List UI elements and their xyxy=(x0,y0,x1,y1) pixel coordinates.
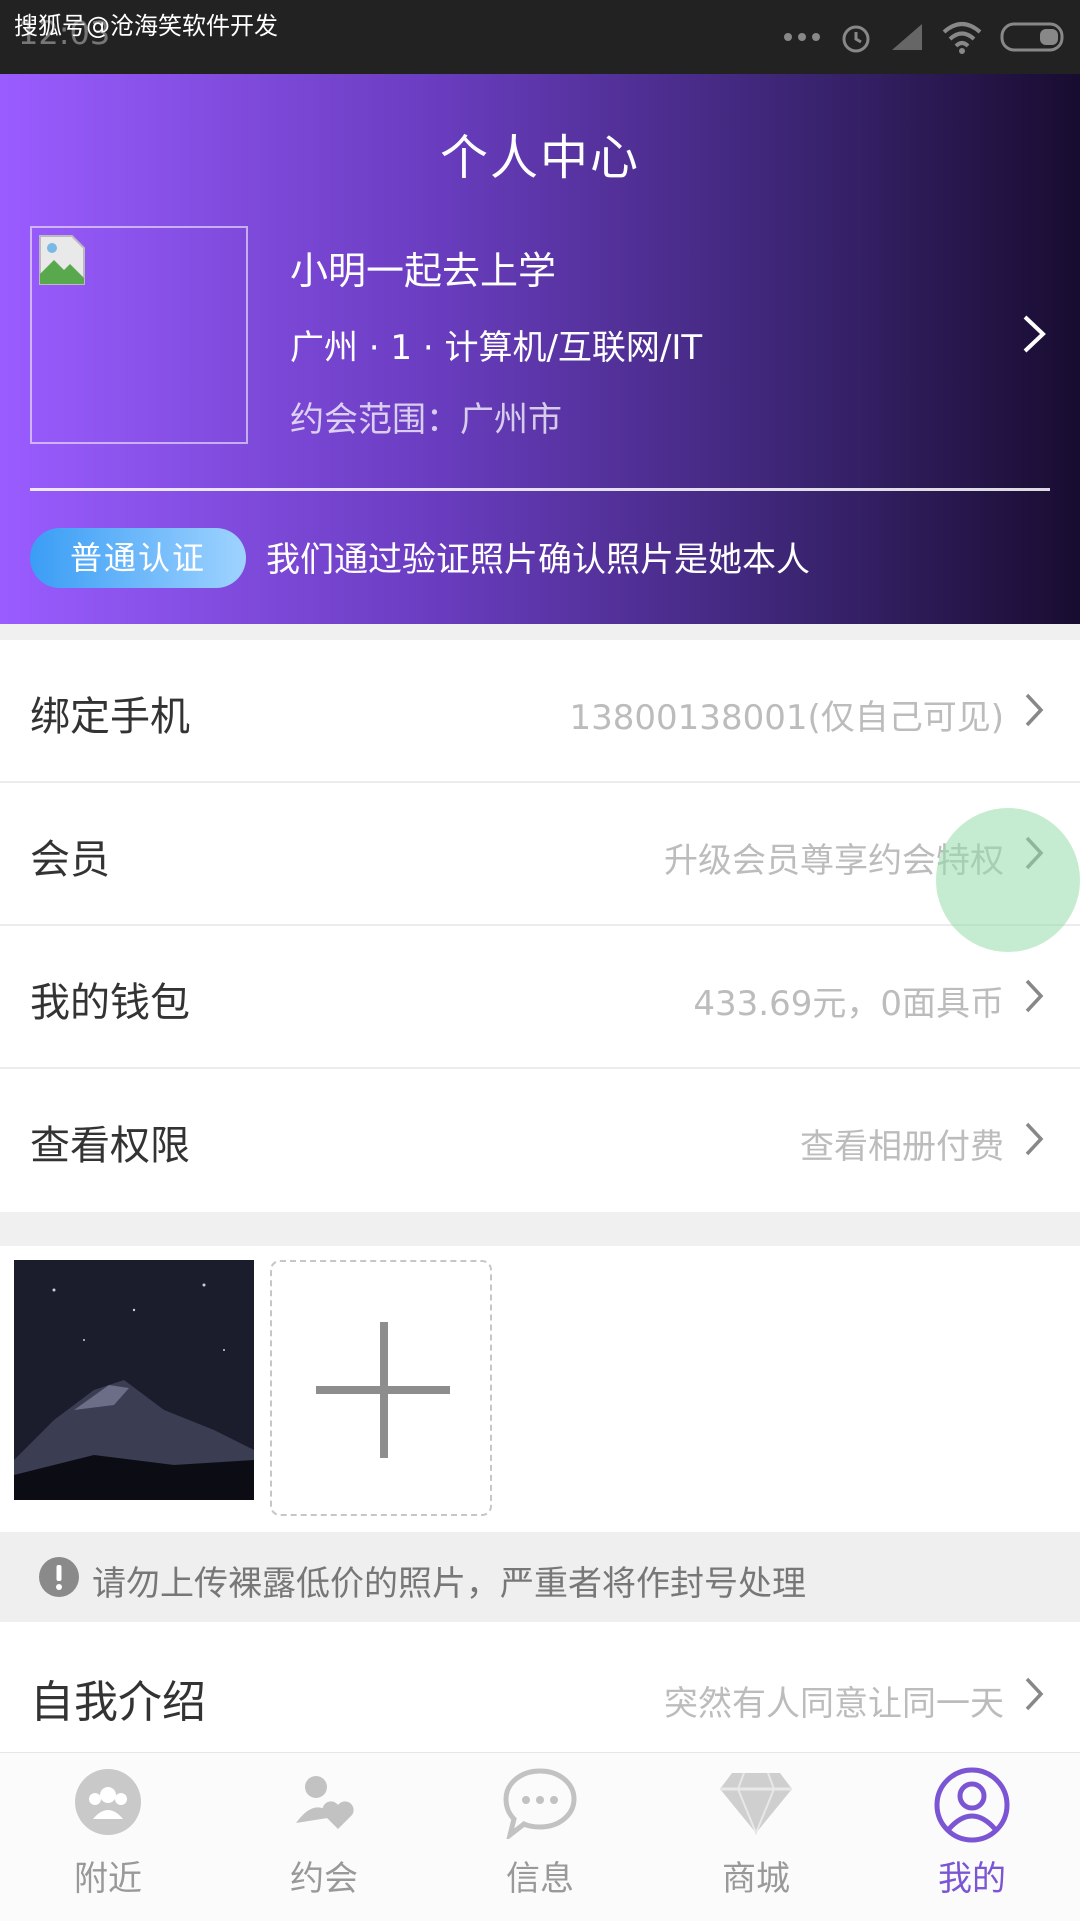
tab-nearby[interactable]: 附近 xyxy=(0,1753,216,1921)
message-bubble-icon xyxy=(503,1768,577,1839)
photo-album xyxy=(0,1246,1080,1532)
profile-info: 广州 · 1 · 计算机/互联网/IT xyxy=(290,328,703,368)
settings-row-wallet[interactable]: 我的钱包 433.69元，0面具币 xyxy=(0,926,1080,1069)
diamond-shop-icon xyxy=(720,1772,792,1836)
tab-label: 商城 xyxy=(722,1859,790,1899)
bottom-tab-bar: 附近 约会 信息 商城 我的 xyxy=(0,1752,1080,1921)
avatar[interactable] xyxy=(30,226,248,444)
mountain-night-image xyxy=(14,1260,254,1500)
signal-icon xyxy=(892,24,922,50)
row-label: 自我介绍 xyxy=(30,1677,206,1728)
tab-messages[interactable]: 信息 xyxy=(432,1753,648,1921)
tab-label: 信息 xyxy=(506,1859,574,1899)
row-value: 433.69元，0面具币 xyxy=(693,984,1004,1024)
wifi-icon xyxy=(942,22,982,54)
touch-indicator xyxy=(936,808,1080,952)
certification-text: 我们通过验证照片确认照片是她本人 xyxy=(266,540,810,580)
settings-row-membership[interactable]: 会员 升级会员尊享约会特权 xyxy=(0,783,1080,926)
row-value: 13800138001(仅自己可见) xyxy=(569,698,1004,738)
row-value: 突然有人同意让同一天 xyxy=(664,1684,1004,1724)
broken-image-icon xyxy=(39,235,85,285)
tab-label: 约会 xyxy=(290,1859,358,1899)
tab-label: 附近 xyxy=(74,1859,142,1899)
upload-notice: 请勿上传裸露低价的照片，严重者将作封号处理 xyxy=(0,1532,1080,1622)
settings-row-permissions[interactable]: 查看权限 查看相册付费 xyxy=(0,1069,1080,1212)
profile-user-icon xyxy=(934,1767,1010,1843)
tab-label: 我的 xyxy=(938,1859,1006,1899)
chevron-right-icon xyxy=(1025,1677,1044,1711)
dating-range: 约会范围：广州市 xyxy=(290,400,562,440)
tab-shop[interactable]: 商城 xyxy=(648,1753,864,1921)
more-dots-icon xyxy=(784,33,820,41)
header-divider xyxy=(30,488,1050,491)
tab-dating[interactable]: 约会 xyxy=(216,1753,432,1921)
dating-hearts-icon xyxy=(296,1776,354,1829)
notice-text: 请勿上传裸露低价的照片，严重者将作封号处理 xyxy=(92,1564,806,1604)
album-photo[interactable] xyxy=(14,1260,254,1500)
profile-name: 小明一起去上学 xyxy=(290,249,557,293)
settings-row-phone[interactable]: 绑定手机 13800138001(仅自己可见) xyxy=(0,640,1080,783)
settings-list: 绑定手机 13800138001(仅自己可见) 会员 升级会员尊享约会特权 我的… xyxy=(0,640,1080,1212)
row-label: 绑定手机 xyxy=(30,694,190,740)
watermark-text: 搜狐号@沧海笑软件开发 xyxy=(14,12,278,40)
row-value: 查看相册付费 xyxy=(800,1127,1004,1167)
chevron-right-icon xyxy=(1025,693,1044,727)
certification-badge[interactable]: 普通认证 xyxy=(30,528,246,588)
row-label: 查看权限 xyxy=(30,1123,190,1169)
self-intro-row[interactable]: 自我介绍 突然有人同意让同一天 xyxy=(0,1622,1080,1752)
chevron-right-icon xyxy=(1025,979,1044,1013)
row-label: 我的钱包 xyxy=(30,980,190,1026)
tab-mine[interactable]: 我的 xyxy=(864,1753,1080,1921)
warning-icon xyxy=(39,1557,79,1597)
page-title: 个人中心 xyxy=(439,130,640,186)
add-photo-button[interactable] xyxy=(270,1260,492,1516)
profile-header: 个人中心 小明一起去上学 广州 · 1 · 计算机/互联网/IT 约会范围：广州… xyxy=(0,74,1080,624)
alarm-icon xyxy=(842,25,870,53)
chevron-right-icon xyxy=(1025,1122,1044,1156)
status-bar: 12:03 搜狐号@沧海笑软件开发 xyxy=(0,0,1080,74)
battery-icon xyxy=(1000,22,1064,52)
row-label: 会员 xyxy=(30,837,110,883)
chevron-right-icon[interactable] xyxy=(1022,314,1046,354)
nearby-people-icon xyxy=(75,1769,141,1835)
